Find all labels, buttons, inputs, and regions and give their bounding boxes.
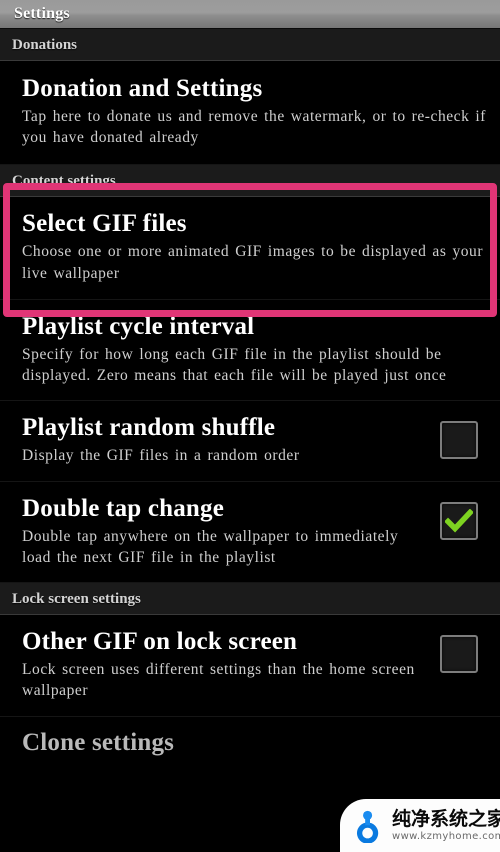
pref-row-clone-settings[interactable]: Clone settings <box>0 716 500 774</box>
pref-summary: Specify for how long each GIF file in th… <box>22 345 447 385</box>
checkbox-wrapper <box>430 414 488 460</box>
checkbox-other-gif-on-lock-screen[interactable] <box>440 635 478 674</box>
pref-title: Double tap change <box>22 494 225 522</box>
settings-list[interactable]: Donations Donation and Settings Tap here… <box>0 29 500 774</box>
section-header-label: Donations <box>12 37 78 53</box>
pref-summary: Tap here to donate us and remove the wat… <box>22 108 487 147</box>
section-header-label: Content settings <box>12 173 116 190</box>
watermark-nub <box>424 799 446 805</box>
checkbox-wrapper <box>430 628 488 674</box>
pref-summary: Choose one or more animated GIF images t… <box>22 243 484 282</box>
checkbox-wrapper <box>430 495 488 540</box>
checkbox-playlist-random-shuffle[interactable] <box>440 421 478 460</box>
watermark-texts: 纯净系统之家 www.kzmyhome.com <box>392 807 500 842</box>
section-header-label: Lock screen settings <box>12 591 141 608</box>
pref-title: Donation and Settings <box>22 75 263 102</box>
watermark-brand: 纯净系统之家 <box>392 807 500 830</box>
pref-row-other-gif-on-lock-screen[interactable]: Other GIF on lock screen Lock screen use… <box>0 615 500 717</box>
pref-title: Other GIF on lock screen <box>22 628 298 656</box>
checkbox-double-tap-change[interactable] <box>440 501 478 540</box>
window-title-bar: Settings <box>0 0 500 29</box>
pref-title: Playlist cycle interval <box>22 312 255 340</box>
pref-row-playlist-cycle-interval[interactable]: Playlist cycle interval Specify for how … <box>0 299 500 402</box>
pref-summary: Double tap anywhere on the wallpaper to … <box>22 527 399 566</box>
pref-title: Playlist random shuffle <box>22 414 276 442</box>
brand-logo-icon <box>357 810 379 843</box>
pref-row-double-tap-change[interactable]: Double tap change Double tap anywhere on… <box>0 481 500 584</box>
section-header-lock-screen-settings: Lock screen settings <box>0 583 500 616</box>
pref-title: Clone settings <box>22 728 175 756</box>
pref-row-playlist-random-shuffle[interactable]: Playlist random shuffle Display the GIF … <box>0 401 500 482</box>
pref-title: Select GIF files <box>22 210 187 238</box>
section-header-donations: Donations <box>0 29 500 61</box>
pref-row-select-gif-files[interactable]: Select GIF files Choose one or more anim… <box>0 197 500 300</box>
checkmark-icon <box>445 508 473 533</box>
pref-summary: Lock screen uses different settings than… <box>22 661 415 700</box>
watermark-url: www.kzmyhome.com <box>392 830 500 842</box>
page-title: Settings <box>14 5 70 22</box>
pref-row-donation-and-settings[interactable]: Donation and Settings Tap here to donate… <box>0 61 500 166</box>
site-watermark: 纯净系统之家 www.kzmyhome.com <box>340 799 500 852</box>
section-header-content-settings: Content settings <box>0 165 500 198</box>
pref-summary: Display the GIF files in a random order <box>22 447 300 465</box>
